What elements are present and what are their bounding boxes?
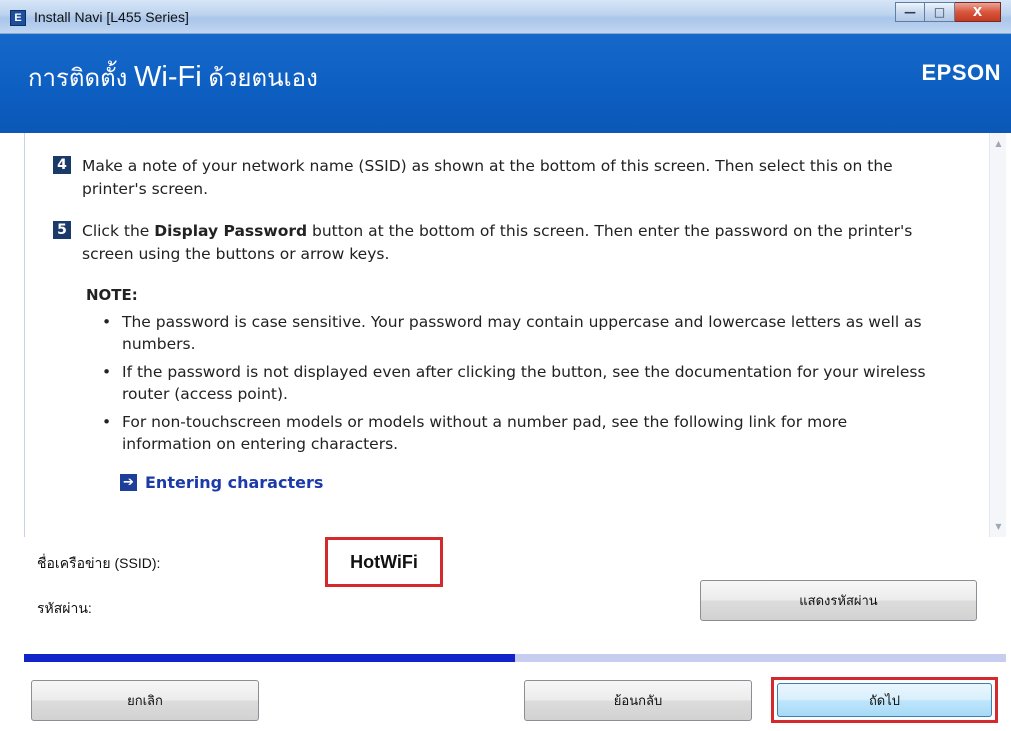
step-number-badge: 5 (53, 221, 71, 239)
progress-bar (24, 654, 1006, 662)
next-button-highlight (771, 677, 998, 723)
password-label: รหัสผ่าน: (37, 600, 92, 616)
note-item-text: The password is case sensitive. Your pas… (122, 313, 922, 353)
window-controls: — □ X (895, 2, 1001, 22)
scroll-up-icon[interactable]: ▲ (990, 135, 1007, 152)
title-bar: E Install Navi [L455 Series] — □ X (0, 0, 1011, 34)
page-title-thai-prefix: การติดตั้ง (28, 65, 128, 92)
step-text-bold: Display Password (154, 222, 308, 240)
step-text-before: Click the (82, 222, 155, 240)
instructions-panel[interactable]: 4 Make a note of your network name (SSID… (24, 133, 1006, 537)
note-item: • The password is case sensitive. Your pa… (100, 311, 940, 355)
step-4: 4 Make a note of your network name (SSID… (53, 155, 952, 201)
back-button[interactable]: ย้อนกลับ (524, 680, 752, 721)
header-banner: การติดตั้ง Wi-Fi ด้วยตนเอง EPSON (0, 34, 1011, 133)
epson-logo: EPSON (921, 60, 1001, 85)
arrow-right-icon: ➔ (120, 474, 137, 491)
progress-fill (24, 654, 515, 662)
page-title-thai-suffix: ด้วยตนเอง (208, 65, 318, 92)
app-icon: E (10, 10, 26, 26)
step-number-badge: 4 (53, 156, 71, 174)
close-button[interactable]: X (955, 2, 1001, 22)
cancel-button[interactable]: ยกเลิก (31, 680, 259, 721)
scroll-down-icon[interactable]: ▼ (990, 518, 1007, 535)
ssid-value: HotWiFi (325, 537, 443, 587)
note-list: • The password is case sensitive. Your pa… (100, 311, 940, 461)
bullet-icon: • (102, 363, 112, 381)
entering-characters-link[interactable]: ➔ Entering characters (120, 473, 323, 492)
window-title: Install Navi [L455 Series] (34, 9, 189, 25)
page-title-wifi: Wi-Fi (134, 61, 202, 93)
link-label: Entering characters (145, 473, 324, 492)
ssid-label: ชื่อเครือข่าย (SSID): (37, 555, 161, 571)
note-item: • If the password is not displayed even a… (100, 361, 940, 405)
note-item-text: For non-touchscreen models or models wit… (122, 413, 848, 453)
step-text: Click the Display Password button at the… (82, 220, 952, 266)
bullet-icon: • (102, 313, 112, 331)
maximize-button[interactable]: □ (925, 2, 955, 22)
page-title: การติดตั้ง Wi-Fi ด้วยตนเอง (28, 58, 318, 97)
bullet-icon: • (102, 413, 112, 431)
minimize-button[interactable]: — (895, 2, 925, 22)
vertical-scrollbar[interactable]: ▲ ▼ (989, 133, 1006, 537)
note-item-text: If the password is not displayed even af… (122, 363, 926, 403)
step-text: Make a note of your network name (SSID) … (82, 157, 893, 198)
note-title: NOTE: (86, 286, 138, 304)
step-5: 5 Click the Display Password button at t… (53, 220, 952, 266)
display-password-button[interactable]: แสดงรหัสผ่าน (700, 580, 977, 621)
note-item: • For non-touchscreen models or models wi… (100, 411, 940, 455)
